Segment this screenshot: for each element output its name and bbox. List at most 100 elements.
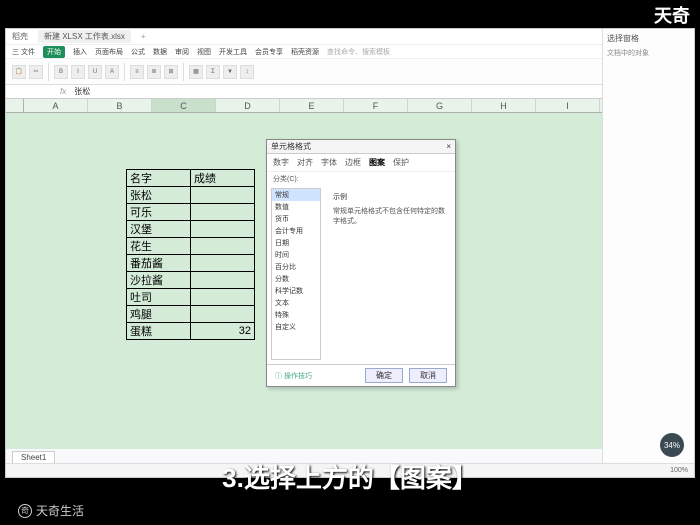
cell — [191, 306, 255, 323]
panel-hint: 文档中的对象 — [607, 48, 690, 58]
menu-insert[interactable]: 插入 — [73, 47, 87, 57]
video-caption: 3.选择上方的【图案】 — [0, 458, 700, 495]
menu-doker[interactable]: 稻壳资源 — [291, 47, 319, 57]
merge-icon[interactable]: ⊞ — [164, 65, 178, 79]
col-g[interactable]: G — [408, 99, 472, 112]
search-hint[interactable]: 查找命令、搜索模板 — [327, 47, 390, 57]
font-color-icon[interactable]: A — [105, 65, 119, 79]
col-h[interactable]: H — [472, 99, 536, 112]
list-item: 分数 — [272, 273, 320, 285]
data-table[interactable]: 名字成绩 张松 可乐 汉堡 花生 番茄酱 沙拉酱 吐司 鸡腿 蛋糕32 — [126, 169, 255, 340]
tab-pattern[interactable]: 图案 — [369, 157, 385, 168]
col-b[interactable]: B — [88, 99, 152, 112]
table-row: 花生 — [127, 238, 255, 255]
cell — [191, 187, 255, 204]
italic-icon[interactable]: I — [71, 65, 85, 79]
cell: 汉堡 — [127, 221, 191, 238]
sep — [48, 63, 49, 81]
tab-align[interactable]: 对齐 — [297, 157, 313, 168]
dialog-body: 常规 数值 货币 会计专用 日期 时间 百分比 分数 科学记数 文本 特殊 自定… — [267, 184, 455, 364]
category-list[interactable]: 常规 数值 货币 会计专用 日期 时间 百分比 分数 科学记数 文本 特殊 自定… — [271, 188, 321, 360]
underline-icon[interactable]: U — [88, 65, 102, 79]
table-row: 可乐 — [127, 204, 255, 221]
list-item: 百分比 — [272, 261, 320, 273]
cell — [191, 238, 255, 255]
tab-protect[interactable]: 保护 — [393, 157, 409, 168]
titlebar: 稻壳 新建 XLSX 工作表.xlsx + — [6, 29, 694, 45]
preview-label: 示例 — [333, 192, 447, 202]
formula-value[interactable]: 张松 — [70, 86, 94, 97]
menu-view[interactable]: 视图 — [197, 47, 211, 57]
dialog-footer: ⓘ 操作技巧 确定 取消 — [267, 364, 455, 386]
side-panel: 选择窗格 文档中的对象 — [602, 29, 694, 477]
menubar: 三 文件 开始 插入 页面布局 公式 数据 审阅 视图 开发工具 会员专享 稻壳… — [6, 45, 694, 59]
list-item: 时间 — [272, 249, 320, 261]
tab-font[interactable]: 字体 — [321, 157, 337, 168]
fx-icon[interactable]: fx — [56, 87, 70, 96]
menu-vip[interactable]: 会员专享 — [255, 47, 283, 57]
list-item: 特殊 — [272, 309, 320, 321]
category-label: 分类(C): — [267, 172, 455, 184]
cell: 沙拉酱 — [127, 272, 191, 289]
menu-dev[interactable]: 开发工具 — [219, 47, 247, 57]
col-a[interactable]: A — [24, 99, 88, 112]
sum-icon[interactable]: Σ — [206, 65, 220, 79]
ribbon: 📋 ✂ B I U A ≡ ≣ ⊞ ▦ Σ ▼ ↕ — [6, 59, 694, 85]
cell: 可乐 — [127, 204, 191, 221]
table-row: 汉堡 — [127, 221, 255, 238]
paste-icon[interactable]: 📋 — [12, 65, 26, 79]
align-center-icon[interactable]: ≣ — [147, 65, 161, 79]
sort-icon[interactable]: ↕ — [240, 65, 254, 79]
col-i[interactable]: I — [536, 99, 600, 112]
dialog-title: 单元格格式 — [271, 141, 311, 152]
help-link[interactable]: ⓘ 操作技巧 — [275, 371, 312, 381]
format-icon[interactable]: ▦ — [189, 65, 203, 79]
menu-data[interactable]: 数据 — [153, 47, 167, 57]
cell — [191, 204, 255, 221]
panel-title: 选择窗格 — [607, 33, 690, 44]
table-row: 沙拉酱 — [127, 272, 255, 289]
app-window: 稻壳 新建 XLSX 工作表.xlsx + 三 文件 开始 插入 页面布局 公式… — [5, 28, 695, 478]
brand-icon: 奇 — [18, 504, 32, 518]
brand-top: 天奇 — [654, 2, 690, 28]
tab-number[interactable]: 数字 — [273, 157, 289, 168]
preview-area: 示例 常规单元格格式不包含任何特定的数字格式。 — [329, 188, 451, 360]
new-tab-button[interactable]: + — [141, 32, 146, 41]
cell: 吐司 — [127, 289, 191, 306]
brand-bottom: 奇 天奇生活 — [18, 502, 84, 519]
list-item: 日期 — [272, 237, 320, 249]
menu-review[interactable]: 审阅 — [175, 47, 189, 57]
table-row: 番茄酱 — [127, 255, 255, 272]
col-e[interactable]: E — [280, 99, 344, 112]
align-left-icon[interactable]: ≡ — [130, 65, 144, 79]
cell: 花生 — [127, 238, 191, 255]
col-f[interactable]: F — [344, 99, 408, 112]
ok-button[interactable]: 确定 — [365, 368, 403, 383]
list-item: 会计专用 — [272, 225, 320, 237]
dialog-titlebar: 单元格格式 × — [267, 140, 455, 154]
col-d[interactable]: D — [216, 99, 280, 112]
menu-formula[interactable]: 公式 — [131, 47, 145, 57]
file-tab[interactable]: 新建 XLSX 工作表.xlsx — [38, 30, 131, 43]
list-item: 文本 — [272, 297, 320, 309]
formula-bar: fx 张松 — [6, 85, 694, 99]
tab-border[interactable]: 边框 — [345, 157, 361, 168]
close-icon[interactable]: × — [446, 142, 451, 151]
menu-layout[interactable]: 页面布局 — [95, 47, 123, 57]
filter-icon[interactable]: ▼ — [223, 65, 237, 79]
menu-home[interactable]: 开始 — [43, 46, 65, 58]
table-row: 名字成绩 — [127, 170, 255, 187]
cell: 32 — [191, 323, 255, 340]
dialog-tabs: 数字 对齐 字体 边框 图案 保护 — [267, 154, 455, 172]
format-cells-dialog: 单元格格式 × 数字 对齐 字体 边框 图案 保护 分类(C): 常规 数值 货… — [266, 139, 456, 387]
cell: 番茄酱 — [127, 255, 191, 272]
list-item: 自定义 — [272, 321, 320, 333]
cancel-button[interactable]: 取消 — [409, 368, 447, 383]
cut-icon[interactable]: ✂ — [29, 65, 43, 79]
bold-icon[interactable]: B — [54, 65, 68, 79]
col-c[interactable]: C — [152, 99, 216, 112]
menu-file[interactable]: 三 文件 — [12, 47, 35, 57]
progress-badge[interactable]: 34% — [660, 433, 684, 457]
select-all-corner[interactable] — [6, 99, 24, 112]
cell — [191, 221, 255, 238]
